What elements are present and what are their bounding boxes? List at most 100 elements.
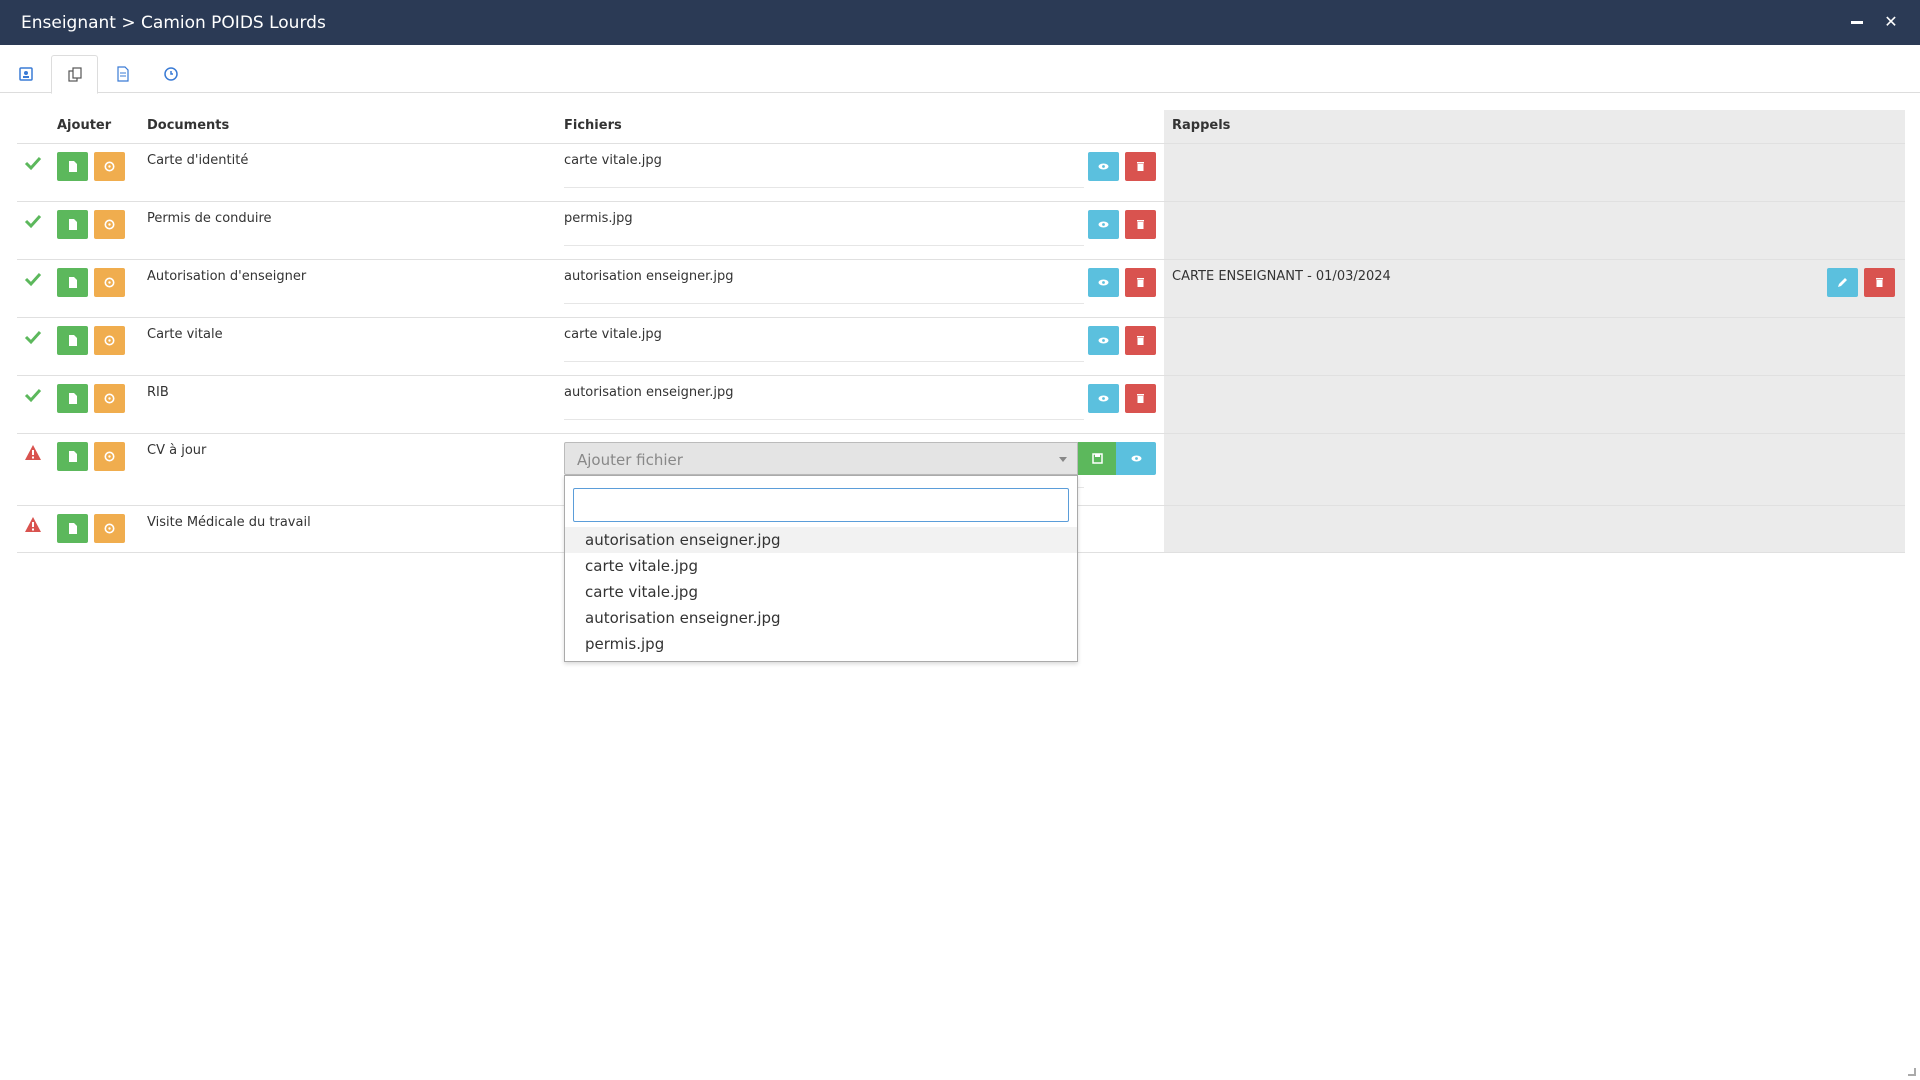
- clock-icon: [104, 277, 115, 288]
- header-rappels: Rappels: [1172, 118, 1231, 133]
- add-document-button[interactable]: [57, 442, 88, 471]
- delete-file-button[interactable]: [1125, 152, 1156, 181]
- file-icon: [69, 523, 77, 534]
- floppy-disk-icon: [1091, 453, 1103, 464]
- warning-icon: [25, 517, 41, 532]
- reminders-panel: [1164, 110, 1905, 552]
- file-icon: [116, 66, 129, 82]
- add-document-button[interactable]: [57, 210, 88, 239]
- dropdown-search-input[interactable]: [573, 488, 1069, 522]
- trash-icon: [1137, 278, 1144, 287]
- document-name: CV à jour: [147, 443, 207, 458]
- check-icon: [24, 330, 42, 345]
- view-file-button[interactable]: [1088, 152, 1119, 181]
- check-icon: [24, 156, 42, 171]
- save-file-button[interactable]: [1078, 442, 1116, 475]
- eye-icon: [1098, 221, 1109, 228]
- document-name: Carte vitale: [147, 327, 223, 342]
- resize-handle-icon[interactable]: [1908, 1068, 1916, 1076]
- file-name: carte vitale.jpg: [564, 327, 662, 342]
- documents-icon: [67, 66, 82, 82]
- close-icon[interactable]: ✕: [1880, 10, 1902, 32]
- window-title: Enseignant > Camion POIDS Lourds: [21, 12, 326, 33]
- file-name: autorisation enseigner.jpg: [564, 385, 734, 400]
- view-file-button[interactable]: [1116, 442, 1156, 475]
- add-reminder-button[interactable]: [94, 152, 125, 181]
- clock-icon: [104, 523, 115, 534]
- view-file-button[interactable]: [1088, 210, 1119, 239]
- document-name: Carte d'identité: [147, 153, 249, 168]
- trash-icon: [1137, 220, 1144, 229]
- file-select[interactable]: Ajouter fichier: [564, 442, 1078, 475]
- caret-down-icon: [1059, 457, 1067, 462]
- edit-reminder-button[interactable]: [1827, 268, 1858, 297]
- eye-icon: [1098, 279, 1109, 286]
- clock-icon: [163, 67, 178, 81]
- tab-documents[interactable]: [51, 55, 98, 94]
- add-document-button[interactable]: [57, 514, 88, 543]
- trash-icon: [1876, 278, 1883, 287]
- clock-icon: [104, 161, 115, 172]
- header-documents: Documents: [147, 118, 230, 133]
- trash-icon: [1137, 336, 1144, 345]
- add-reminder-button[interactable]: [94, 326, 125, 355]
- add-document-button[interactable]: [57, 152, 88, 181]
- eye-icon: [1131, 455, 1141, 462]
- add-reminder-button[interactable]: [94, 268, 125, 297]
- clock-icon: [104, 451, 115, 462]
- add-document-button[interactable]: [57, 384, 88, 413]
- check-icon: [24, 272, 42, 287]
- add-document-button[interactable]: [57, 268, 88, 297]
- document-name: RIB: [147, 385, 169, 400]
- delete-file-button[interactable]: [1125, 210, 1156, 239]
- check-icon: [24, 388, 42, 403]
- header-fichiers: Fichiers: [564, 118, 622, 133]
- file-select-placeholder: Ajouter fichier: [577, 451, 683, 469]
- file-icon: [69, 393, 77, 404]
- clock-icon: [104, 335, 115, 346]
- file-icon: [69, 451, 77, 462]
- document-name: Visite Médicale du travail: [147, 515, 311, 530]
- reminder-text: CARTE ENSEIGNANT - 01/03/2024: [1172, 269, 1391, 284]
- contact-card-icon: [18, 67, 33, 81]
- file-name: permis.jpg: [564, 211, 633, 226]
- header-ajouter: Ajouter: [57, 118, 112, 133]
- check-icon: [24, 214, 42, 229]
- add-reminder-button[interactable]: [94, 442, 125, 471]
- tab-contact[interactable]: [2, 55, 49, 93]
- tab-bar: [0, 45, 1920, 94]
- minimize-icon[interactable]: [1846, 10, 1868, 32]
- clock-icon: [104, 393, 115, 404]
- file-select-dropdown: autorisation enseigner.jpg carte vitale.…: [564, 475, 1078, 662]
- delete-file-button[interactable]: [1125, 326, 1156, 355]
- delete-reminder-button[interactable]: [1864, 268, 1895, 297]
- trash-icon: [1137, 162, 1144, 171]
- file-icon: [69, 335, 77, 346]
- add-reminder-button[interactable]: [94, 210, 125, 239]
- add-reminder-button[interactable]: [94, 384, 125, 413]
- add-document-button[interactable]: [57, 326, 88, 355]
- view-file-button[interactable]: [1088, 268, 1119, 297]
- warning-icon: [25, 445, 41, 460]
- dropdown-option[interactable]: carte vitale.jpg: [565, 553, 1077, 579]
- add-reminder-button[interactable]: [94, 514, 125, 543]
- eye-icon: [1098, 163, 1109, 170]
- clock-icon: [104, 219, 115, 230]
- file-name: autorisation enseigner.jpg: [564, 269, 734, 284]
- view-file-button[interactable]: [1088, 384, 1119, 413]
- delete-file-button[interactable]: [1125, 268, 1156, 297]
- eye-icon: [1098, 337, 1109, 344]
- file-icon: [69, 161, 77, 172]
- file-name: carte vitale.jpg: [564, 153, 662, 168]
- dropdown-option[interactable]: autorisation enseigner.jpg: [565, 605, 1077, 631]
- view-file-button[interactable]: [1088, 326, 1119, 355]
- file-icon: [69, 277, 77, 288]
- dropdown-option[interactable]: carte vitale.jpg: [565, 579, 1077, 605]
- delete-file-button[interactable]: [1125, 384, 1156, 413]
- window-titlebar: Enseignant > Camion POIDS Lourds ✕: [0, 0, 1920, 45]
- tab-file[interactable]: [99, 55, 146, 93]
- tab-history[interactable]: [147, 55, 194, 93]
- dropdown-option[interactable]: autorisation enseigner.jpg: [565, 527, 1077, 553]
- eye-icon: [1098, 395, 1109, 402]
- dropdown-option[interactable]: permis.jpg: [565, 631, 1077, 657]
